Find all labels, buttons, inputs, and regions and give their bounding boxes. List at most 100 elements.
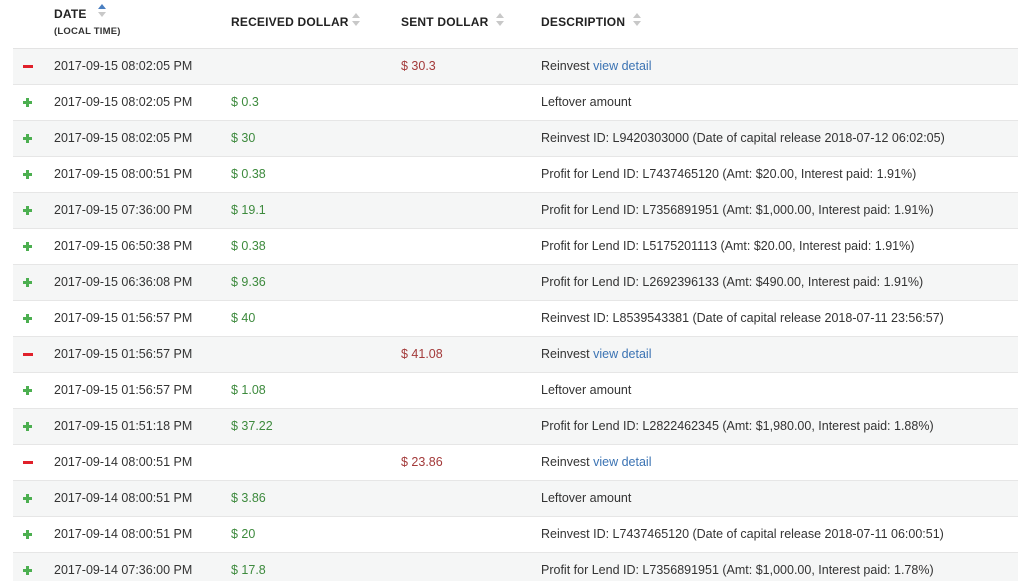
description-cell: Profit for Lend ID: L7356891951 (Amt: $1… bbox=[541, 193, 934, 228]
description-text: Reinvest bbox=[541, 347, 590, 361]
table-row: 2017-09-15 06:50:38 PM $ 0.38 Profit for L… bbox=[13, 229, 1018, 265]
description-cell: Reinvest ID: L8539543381 (Date of capita… bbox=[541, 301, 944, 336]
description-text: Profit for Lend ID: L5175201113 (Amt: $2… bbox=[541, 239, 915, 253]
description-cell: Leftover amount bbox=[541, 481, 631, 516]
table-row: 2017-09-14 08:00:51 PM $ 3.86 Leftover amo… bbox=[13, 481, 1018, 517]
date-cell: 2017-09-14 08:00:51 PM bbox=[54, 455, 193, 469]
plus-icon[interactable] bbox=[22, 157, 34, 192]
column-header-date[interactable]: DATE (LOCAL TIME) bbox=[54, 0, 174, 48]
description-cell: Leftover amount bbox=[541, 85, 631, 120]
description-text: Profit for Lend ID: L2822462345 (Amt: $1… bbox=[541, 419, 934, 433]
sent-amount-cell: $ 30.3 bbox=[401, 59, 436, 73]
view-detail-link[interactable]: view detail bbox=[593, 347, 651, 361]
table-body: 2017-09-15 08:02:05 PM $ 30.3 Reinvest vie… bbox=[13, 49, 1018, 581]
received-amount-cell: $ 30 bbox=[231, 131, 256, 145]
description-text: Profit for Lend ID: L7356891951 (Amt: $1… bbox=[541, 203, 934, 217]
table-header: DATE (LOCAL TIME) RECEIVED DOLLAR SENT D… bbox=[13, 0, 1018, 49]
plus-icon[interactable] bbox=[22, 553, 34, 581]
table-row: 2017-09-15 08:00:51 PM $ 0.38 Profit for L… bbox=[13, 157, 1018, 193]
column-header-sent[interactable]: SENT DOLLAR bbox=[401, 0, 531, 48]
table-row: 2017-09-15 01:56:57 PM $ 40 Reinvest ID: L… bbox=[13, 301, 1018, 337]
received-amount-cell: $ 0.3 bbox=[231, 95, 259, 109]
date-cell: 2017-09-15 06:50:38 PM bbox=[54, 239, 193, 253]
plus-icon[interactable] bbox=[22, 481, 34, 516]
table-row: 2017-09-14 08:00:51 PM $ 20 Reinvest ID: L… bbox=[13, 517, 1018, 553]
plus-icon[interactable] bbox=[22, 265, 34, 300]
description-text: Leftover amount bbox=[541, 383, 632, 397]
plus-icon[interactable] bbox=[22, 85, 34, 120]
table-row: 2017-09-15 01:56:57 PM $ 1.08 Leftover amo… bbox=[13, 373, 1018, 409]
received-amount-cell: $ 3.86 bbox=[231, 491, 266, 505]
description-cell: Profit for Lend ID: L7437465120 (Amt: $2… bbox=[541, 157, 916, 192]
date-cell: 2017-09-14 07:36:00 PM bbox=[54, 563, 193, 577]
description-cell: Reinvest ID: L9420303000 (Date of capita… bbox=[541, 121, 945, 156]
table-row: 2017-09-15 06:36:08 PM $ 9.36 Profit for L… bbox=[13, 265, 1018, 301]
received-amount-cell: $ 40 bbox=[231, 311, 256, 325]
description-cell: Profit for Lend ID: L5175201113 (Amt: $2… bbox=[541, 229, 914, 264]
table-row: 2017-09-15 08:02:05 PM $ 30.3 Reinvest vie… bbox=[13, 49, 1018, 85]
received-amount-cell: $ 17.8 bbox=[231, 563, 266, 577]
table-row: 2017-09-15 07:36:00 PM $ 19.1 Profit for L… bbox=[13, 193, 1018, 229]
plus-icon[interactable] bbox=[22, 373, 34, 408]
minus-icon[interactable] bbox=[22, 337, 34, 372]
transactions-page: DATE (LOCAL TIME) RECEIVED DOLLAR SENT D… bbox=[0, 0, 1031, 581]
description-header-label: DESCRIPTION bbox=[541, 15, 626, 29]
minus-icon[interactable] bbox=[22, 445, 34, 480]
view-detail-link[interactable]: view detail bbox=[593, 59, 651, 73]
plus-icon[interactable] bbox=[22, 229, 34, 264]
sent-amount-cell: $ 41.08 bbox=[401, 347, 443, 361]
date-cell: 2017-09-15 06:36:08 PM bbox=[54, 275, 193, 289]
table-row: 2017-09-14 08:00:51 PM $ 23.86 Reinvest vi… bbox=[13, 445, 1018, 481]
received-amount-cell: $ 19.1 bbox=[231, 203, 266, 217]
transactions-table: DATE (LOCAL TIME) RECEIVED DOLLAR SENT D… bbox=[13, 0, 1018, 581]
description-cell: Profit for Lend ID: L2692396133 (Amt: $4… bbox=[541, 265, 923, 300]
description-text: Profit for Lend ID: L7437465120 (Amt: $2… bbox=[541, 167, 917, 181]
sort-date-icon[interactable] bbox=[98, 4, 107, 18]
column-header-received[interactable]: RECEIVED DOLLAR bbox=[231, 0, 381, 48]
description-text: Profit for Lend ID: L2692396133 (Amt: $4… bbox=[541, 275, 924, 289]
minus-icon[interactable] bbox=[22, 49, 34, 84]
sort-received-icon[interactable] bbox=[352, 13, 361, 27]
description-text: Reinvest ID: L8539543381 (Date of capita… bbox=[541, 311, 944, 325]
table-row: 2017-09-15 08:02:05 PM $ 30 Reinvest ID: L… bbox=[13, 121, 1018, 157]
description-cell: Profit for Lend ID: L2822462345 (Amt: $1… bbox=[541, 409, 934, 444]
plus-icon[interactable] bbox=[22, 301, 34, 336]
view-detail-link[interactable]: view detail bbox=[593, 455, 651, 469]
date-cell: 2017-09-15 08:00:51 PM bbox=[54, 167, 193, 181]
date-cell: 2017-09-15 01:51:18 PM bbox=[54, 419, 193, 433]
description-text: Profit for Lend ID: L7356891951 (Amt: $1… bbox=[541, 563, 934, 577]
date-cell: 2017-09-15 01:56:57 PM bbox=[54, 347, 193, 361]
table-row: 2017-09-15 08:02:05 PM $ 0.3 Leftover amou… bbox=[13, 85, 1018, 121]
description-cell: Reinvest view detail bbox=[541, 445, 652, 480]
plus-icon[interactable] bbox=[22, 121, 34, 156]
received-header-label: RECEIVED DOLLAR bbox=[231, 15, 349, 29]
table-row: 2017-09-14 07:36:00 PM $ 17.8 Profit for L… bbox=[13, 553, 1018, 581]
date-header-label: DATE bbox=[54, 7, 87, 21]
received-amount-cell: $ 0.38 bbox=[231, 167, 266, 181]
received-amount-cell: $ 20 bbox=[231, 527, 256, 541]
date-cell: 2017-09-15 08:02:05 PM bbox=[54, 59, 193, 73]
description-cell: Reinvest view detail bbox=[541, 337, 652, 372]
table-row: 2017-09-15 01:51:18 PM $ 37.22 Profit for … bbox=[13, 409, 1018, 445]
description-text: Leftover amount bbox=[541, 491, 632, 505]
description-text: Reinvest bbox=[541, 59, 590, 73]
sort-description-icon[interactable] bbox=[633, 13, 642, 27]
received-amount-cell: $ 1.08 bbox=[231, 383, 266, 397]
sent-header-label: SENT DOLLAR bbox=[401, 15, 489, 29]
plus-icon[interactable] bbox=[22, 517, 34, 552]
date-cell: 2017-09-15 01:56:57 PM bbox=[54, 383, 193, 397]
date-cell: 2017-09-14 08:00:51 PM bbox=[54, 527, 193, 541]
plus-icon[interactable] bbox=[22, 193, 34, 228]
date-cell: 2017-09-15 07:36:00 PM bbox=[54, 203, 193, 217]
table-row: 2017-09-15 01:56:57 PM $ 41.08 Reinvest vi… bbox=[13, 337, 1018, 373]
description-text: Leftover amount bbox=[541, 95, 632, 109]
received-amount-cell: $ 37.22 bbox=[231, 419, 273, 433]
column-header-description[interactable]: DESCRIPTION bbox=[541, 0, 671, 48]
sort-sent-icon[interactable] bbox=[496, 13, 505, 27]
date-cell: 2017-09-15 08:02:05 PM bbox=[54, 95, 193, 109]
date-header-sublabel: (LOCAL TIME) bbox=[54, 26, 121, 37]
description-cell: Leftover amount bbox=[541, 373, 631, 408]
description-cell: Reinvest ID: L7437465120 (Date of capita… bbox=[541, 517, 944, 552]
plus-icon[interactable] bbox=[22, 409, 34, 444]
description-cell: Profit for Lend ID: L7356891951 (Amt: $1… bbox=[541, 553, 934, 581]
